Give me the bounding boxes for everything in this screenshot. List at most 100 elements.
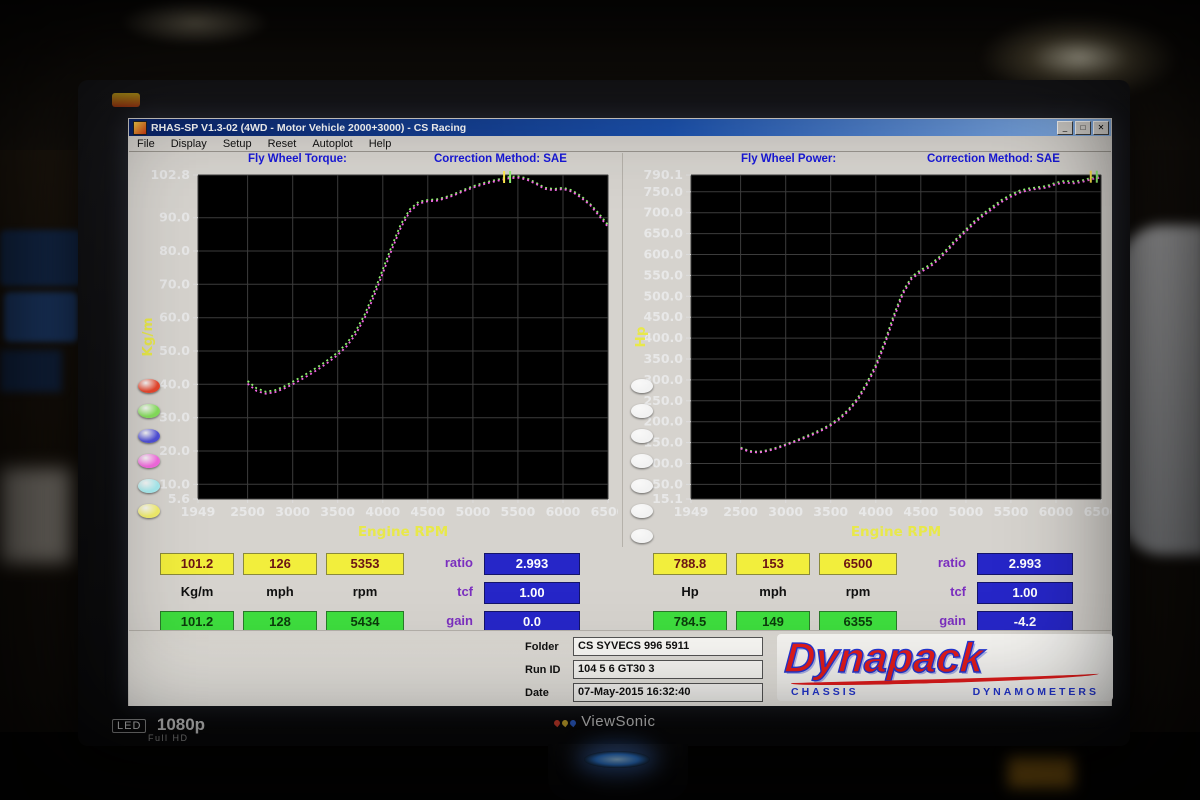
title-bar[interactable]: RHAS-SP V1.3-02 (4WD - Motor Vehicle 200… — [129, 119, 1111, 136]
peak-torque-rpm: 5353 — [326, 553, 404, 575]
rpm-unit-label: rpm — [819, 582, 897, 602]
close-button[interactable]: ✕ — [1093, 121, 1109, 135]
y-axis-label: Kg/m — [140, 317, 156, 356]
x-tick-label: 4000 — [365, 504, 400, 519]
y-tick-label: 350.0 — [643, 351, 683, 366]
viewsonic-birds-icon — [553, 713, 577, 730]
run-info-fields: Folder CS SYVECS 996 5911 Run ID 104 5 6… — [525, 637, 763, 706]
dynapack-dynamometers-text: DYNAMOMETERS — [973, 686, 1099, 698]
x-tick-label: 6000 — [546, 504, 581, 519]
app-icon — [133, 121, 147, 135]
blue-bin — [0, 230, 82, 286]
y-tick-label: 10.0 — [159, 476, 190, 491]
power-correction-label: Correction Method: SAE — [927, 153, 1060, 165]
menu-item-help[interactable]: Help — [361, 138, 400, 150]
run-select-led[interactable] — [138, 379, 160, 393]
run-select-led[interactable] — [631, 454, 653, 468]
tcf-label: tcf — [413, 582, 475, 602]
fullhd-badge: Full HD — [148, 733, 205, 743]
torque-chart: 1949250030003500400045005000550060006500… — [130, 167, 618, 547]
x-axis-label: Engine RPM — [358, 524, 448, 540]
peak-power-value: 788.8 — [653, 553, 727, 575]
plot-area — [691, 175, 1101, 499]
menu-item-reset[interactable]: Reset — [260, 138, 305, 150]
app-window: RHAS-SP V1.3-02 (4WD - Motor Vehicle 200… — [128, 118, 1112, 706]
gain-label: gain — [906, 611, 968, 631]
footer-bar: Folder CS SYVECS 996 5911 Run ID 104 5 6… — [129, 630, 1111, 706]
window-title: RHAS-SP V1.3-02 (4WD - Motor Vehicle 200… — [151, 122, 1057, 134]
ratio-label: ratio — [906, 553, 968, 573]
monitor-stand — [548, 744, 688, 800]
torque-panel: Fly Wheel Torque: Correction Method: SAE… — [130, 153, 618, 547]
tcf-value: 1.00 — [977, 582, 1073, 604]
ratio-value: 2.993 — [484, 553, 580, 575]
date-row: Date 07-May-2015 16:32:40 — [525, 683, 763, 702]
power-readout-table: 788.8 153 6500 ratio 2.993 Hp mph rpm tc… — [653, 553, 1073, 633]
tcf-label: tcf — [906, 582, 968, 602]
run-select-led[interactable] — [631, 529, 653, 543]
x-tick-label: 2500 — [723, 504, 758, 519]
y-tick-label: 50.0 — [159, 343, 190, 358]
dynapack-logo: Dynapack CHASSIS DYNAMOMETERS — [777, 634, 1113, 701]
y-tick-label: 5.6 — [168, 491, 190, 506]
x-tick-label: 5000 — [949, 504, 984, 519]
run-select-led[interactable] — [138, 479, 160, 493]
menu-item-autoplot[interactable]: Autoplot — [304, 138, 360, 150]
menu-bar: File Display Setup Reset Autoplot Help — [129, 136, 1111, 152]
x-axis-label: Engine RPM — [851, 524, 941, 540]
y-tick-label: 30.0 — [159, 410, 190, 425]
minimize-button[interactable]: _ — [1057, 121, 1073, 135]
x-tick-label: 4500 — [410, 504, 445, 519]
x-tick-label: 1949 — [181, 504, 216, 519]
rpm-unit-label: rpm — [326, 582, 404, 602]
run-select-led[interactable] — [138, 504, 160, 518]
monitor-brand-text: ViewSonic — [581, 713, 655, 730]
run-select-led[interactable] — [631, 479, 653, 493]
x-tick-label: 1949 — [674, 504, 709, 519]
power-chart-header: Fly Wheel Power: Correction Method: SAE — [623, 153, 1111, 168]
x-tick-label: 4000 — [858, 504, 893, 519]
menu-item-display[interactable]: Display — [163, 138, 215, 150]
blue-bin — [4, 292, 78, 342]
torque-chart-title: Fly Wheel Torque: — [248, 153, 347, 165]
run-select-led[interactable] — [631, 404, 653, 418]
torque-readout-table: 101.2 126 5353 ratio 2.993 Kg/m mph rpm … — [160, 553, 580, 633]
run-select-led[interactable] — [631, 429, 653, 443]
run-select-led[interactable] — [138, 429, 160, 443]
ceiling-light-2 — [120, 0, 270, 45]
torque-chart-header: Fly Wheel Torque: Correction Method: SAE — [130, 153, 618, 168]
ratio-value: 2.993 — [977, 553, 1073, 575]
date-field[interactable]: 07-May-2015 16:32:40 — [573, 683, 763, 702]
y-tick-label: 70.0 — [159, 276, 190, 291]
folder-field[interactable]: CS SYVECS 996 5911 — [573, 637, 763, 656]
y-axis-label: Hp — [633, 326, 649, 347]
y-tick-label: 40.0 — [159, 376, 190, 391]
x-tick-label: 6500 — [591, 504, 618, 519]
x-tick-label: 3500 — [813, 504, 848, 519]
run-id-field[interactable]: 104 5 6 GT30 3 — [573, 660, 763, 679]
y-tick-label: 500.0 — [643, 288, 683, 303]
torque-unit-label: Kg/m — [160, 582, 234, 602]
power-chart: 1949250030003500400045005000550060006500… — [623, 167, 1111, 547]
run-select-led[interactable] — [631, 504, 653, 518]
x-tick-label: 3000 — [768, 504, 803, 519]
x-tick-label: 3500 — [320, 504, 355, 519]
monitor: RHAS-SP V1.3-02 (4WD - Motor Vehicle 200… — [78, 80, 1130, 746]
run-select-led[interactable] — [138, 454, 160, 468]
run-select-led[interactable] — [631, 379, 653, 393]
x-tick-label: 2500 — [230, 504, 265, 519]
power-button[interactable] — [584, 751, 650, 768]
torque-correction-label: Correction Method: SAE — [434, 153, 567, 165]
run-select-led[interactable] — [138, 404, 160, 418]
x-tick-label: 5500 — [501, 504, 536, 519]
maximize-button[interactable]: □ — [1075, 121, 1091, 135]
y-tick-label: 550.0 — [643, 267, 683, 282]
y-tick-label: 650.0 — [643, 226, 683, 241]
y-tick-label: 600.0 — [643, 247, 683, 262]
y-tick-label: 15.1 — [652, 491, 683, 506]
power-run-led-column — [631, 379, 653, 543]
screen: RHAS-SP V1.3-02 (4WD - Motor Vehicle 200… — [128, 118, 1112, 706]
speed-unit-label: mph — [243, 582, 317, 602]
menu-item-file[interactable]: File — [129, 138, 163, 150]
menu-item-setup[interactable]: Setup — [215, 138, 260, 150]
